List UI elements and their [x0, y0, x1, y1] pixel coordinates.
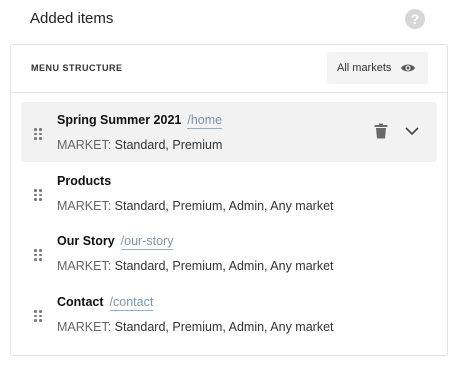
all-markets-label: All markets [337, 62, 392, 74]
menu-item-our-story[interactable]: Our Story/our-story MARKET: Standard, Pr… [21, 223, 437, 283]
market-value: Standard, Premium [114, 138, 223, 152]
menu-item-market: MARKET: Standard, Premium, Admin, Any ma… [57, 320, 334, 334]
chevron-down-icon[interactable] [404, 125, 420, 137]
menu-item-name: Contact [57, 295, 104, 309]
menu-item-contact[interactable]: Contact/contact MARKET: Standard, Premiu… [21, 284, 437, 344]
menu-item-market: MARKET: Standard, Premium [57, 138, 222, 152]
all-markets-button[interactable]: All markets [327, 52, 428, 84]
menu-item-title: Our Story/our-story [57, 234, 174, 250]
menu-item-title: Contact/contact [57, 295, 154, 311]
menu-item-name: Spring Summer 2021 [57, 113, 182, 127]
menu-item-spring-summer-2021[interactable]: Spring Summer 2021/home MARKET: Standard… [21, 102, 437, 162]
menu-item-market: MARKET: Standard, Premium, Admin, Any ma… [57, 259, 334, 273]
menu-item-path-link[interactable]: /contact [109, 295, 154, 311]
menu-item-market: MARKET: Standard, Premium, Admin, Any ma… [57, 199, 334, 213]
panel-header: MENU STRUCTURE All markets [11, 45, 447, 93]
market-key: MARKET: [57, 320, 112, 334]
market-value: Standard, Premium, Admin, Any market [114, 259, 334, 273]
trash-icon[interactable] [374, 123, 388, 139]
market-key: MARKET: [57, 138, 112, 152]
added-items-header: Added items ? [30, 9, 430, 31]
menu-item-products[interactable]: Products MARKET: Standard, Premium, Admi… [21, 163, 437, 223]
menu-structure-panel: MENU STRUCTURE All markets Spring Summer… [10, 44, 448, 356]
menu-item-title: Products [57, 174, 111, 188]
help-icon[interactable]: ? [405, 9, 425, 29]
menu-item-path-link[interactable]: /our-story [120, 234, 174, 250]
drag-handle-icon[interactable] [34, 128, 42, 140]
drag-handle-icon[interactable] [34, 189, 42, 201]
page-title: Added items [30, 10, 114, 27]
menu-item-name: Products [57, 174, 112, 188]
market-value: Standard, Premium, Admin, Any market [114, 199, 334, 213]
market-value: Standard, Premium, Admin, Any market [114, 320, 334, 334]
drag-handle-icon[interactable] [34, 310, 42, 322]
eye-icon [401, 64, 415, 72]
drag-handle-icon[interactable] [34, 249, 42, 261]
menu-item-name: Our Story [57, 234, 115, 248]
section-label: MENU STRUCTURE [31, 63, 123, 73]
menu-item-path-link[interactable]: /home [187, 113, 223, 129]
market-key: MARKET: [57, 259, 112, 273]
menu-item-title: Spring Summer 2021/home [57, 113, 223, 129]
market-key: MARKET: [57, 199, 112, 213]
